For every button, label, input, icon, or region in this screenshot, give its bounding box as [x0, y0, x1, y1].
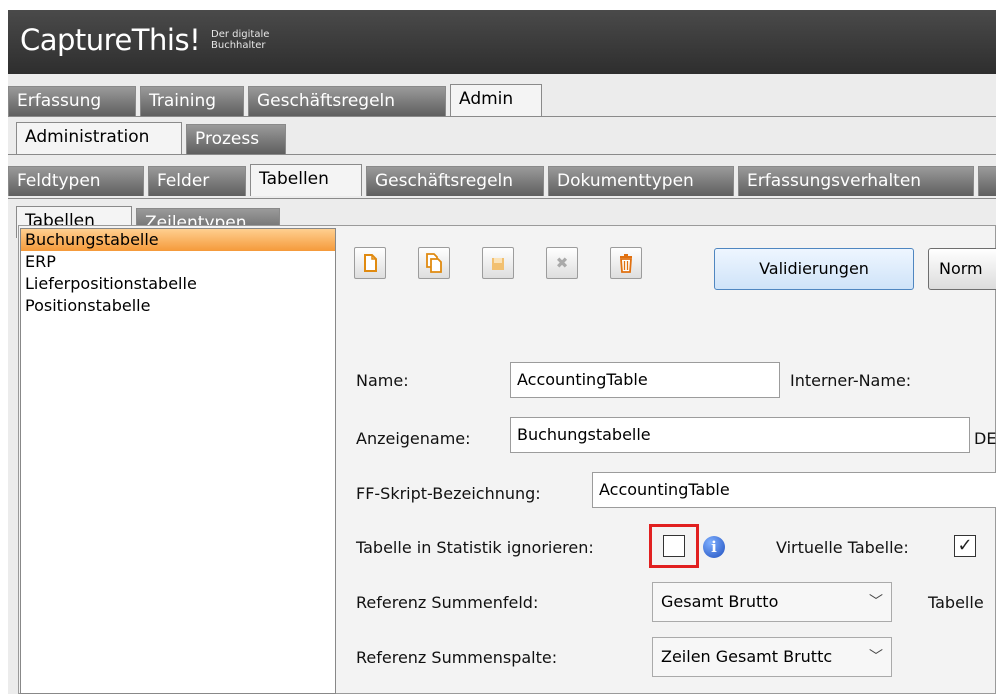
cancel-button[interactable]: ✖ — [546, 247, 578, 279]
check-icon: ✓ — [957, 535, 973, 556]
new-document-icon — [364, 254, 377, 272]
tab-feldtypen[interactable]: Feldtypen — [8, 166, 144, 196]
save-icon — [492, 258, 504, 270]
tab-erfassungsverhalten[interactable]: Erfassungsverhalten — [738, 166, 974, 196]
save-button[interactable] — [482, 247, 514, 279]
ref-sum-column-select[interactable]: Zeilen Gesamt Bruttc ﹀ — [652, 637, 892, 677]
virtual-table-checkbox[interactable]: ✓ — [954, 535, 976, 557]
display-name-field[interactable]: Buchungstabelle — [510, 417, 970, 453]
ignore-stats-label: Tabelle in Statistik ignorieren: — [356, 538, 594, 557]
divider — [8, 154, 996, 155]
validate-button[interactable]: Validierungen — [714, 248, 914, 290]
tab-felder[interactable]: Felder — [148, 166, 246, 196]
table-label: Tabelle — [928, 593, 984, 612]
ignore-stats-checkbox[interactable] — [663, 535, 685, 557]
delete-button[interactable] — [610, 247, 642, 279]
virtual-table-label: Virtuelle Tabelle: — [776, 538, 909, 557]
ref-sum-field-label: Referenz Summenfeld: — [356, 593, 539, 612]
ref-sum-field-select[interactable]: Gesamt Brutto ﹀ — [652, 582, 892, 622]
language-code: DE — [974, 429, 996, 448]
info-icon[interactable]: i — [703, 536, 725, 558]
app-logo: CaptureThis! — [20, 23, 201, 57]
tab-erfassung[interactable]: Erfassung — [8, 86, 136, 116]
list-item[interactable]: ERP — [21, 251, 335, 273]
ff-script-label: FF-Skript-Bezeichnung: — [356, 484, 541, 503]
admin-tab-bar: Administration Prozess — [8, 114, 996, 155]
tab-administration[interactable]: Administration — [16, 122, 182, 154]
internal-name-label: Interner-Name: — [790, 371, 912, 390]
tab-admin[interactable]: Admin — [450, 84, 542, 116]
app-window: CaptureThis! Der digitale Buchhalter Erf… — [8, 10, 996, 694]
name-label: Name: — [356, 371, 409, 390]
main-tab-bar: Erfassung Training Geschäftsregeln Admin — [8, 76, 996, 117]
new-button[interactable] — [354, 247, 386, 279]
tab-training[interactable]: Training — [140, 86, 244, 116]
tab-geschaeftsregeln[interactable]: Geschäftsregeln — [248, 86, 446, 116]
chevron-down-icon: ﹀ — [869, 649, 883, 665]
section-tab-bar: Feldtypen Felder Tabellen Geschäftsregel… — [8, 156, 996, 199]
name-field[interactable]: AccountingTable — [510, 362, 780, 398]
table-list[interactable]: Buchungstabelle ERP Lieferpositionstabel… — [20, 228, 336, 694]
app-tagline: Der digitale Buchhalter — [211, 29, 270, 51]
cancel-icon: ✖ — [555, 254, 569, 272]
tab-dokumenttypen[interactable]: Dokumenttypen — [548, 166, 734, 196]
list-item[interactable]: Lieferpositionstabelle — [21, 273, 335, 295]
tab-overflow[interactable] — [978, 166, 996, 196]
display-name-label: Anzeigename: — [356, 429, 471, 448]
tab-geschaeftsregeln-section[interactable]: Geschäftsregeln — [366, 166, 544, 196]
delete-trash-icon — [620, 254, 632, 273]
list-item[interactable]: Positionstabelle — [21, 295, 335, 317]
ref-sum-field-value: Gesamt Brutto — [661, 592, 779, 611]
list-item[interactable]: Buchungstabelle — [21, 229, 335, 251]
title-bar: CaptureThis! Der digitale Buchhalter — [8, 10, 996, 74]
ref-sum-column-label: Referenz Summenspalte: — [356, 648, 558, 667]
copy-button[interactable] — [418, 247, 450, 279]
ref-sum-column-value: Zeilen Gesamt Bruttc — [661, 647, 833, 666]
tab-prozess[interactable]: Prozess — [186, 124, 286, 154]
chevron-down-icon: ﹀ — [869, 594, 883, 610]
normal-button[interactable]: Norm — [928, 248, 996, 290]
copy-document-icon — [426, 253, 442, 273]
ff-script-field[interactable]: AccountingTable — [592, 472, 996, 508]
tab-tabellen[interactable]: Tabellen — [250, 164, 362, 196]
